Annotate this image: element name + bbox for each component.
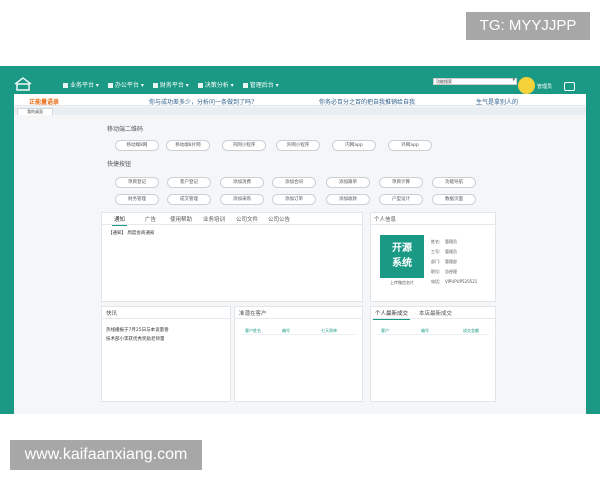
customers-header: 准潜在客户 xyxy=(235,307,362,319)
settings-icon xyxy=(242,83,248,88)
quick-button[interactable]: 添加采购 xyxy=(220,194,264,205)
tab-notice[interactable]: 通知 xyxy=(111,215,128,226)
page: TG: MYYJJPP 业务平台 ▾ 办公平台 ▾ 财务平台 ▾ 决策分析 ▾ … xyxy=(0,0,600,480)
news-panel: 快讯 热线播报于7月25日与本谈量香 技术部小李获优秀奖励老师量 xyxy=(101,306,231,402)
qr-button[interactable]: 移动端8片网 xyxy=(166,140,210,151)
main-content: 正能量语录 你与成功差多少，分析问一条做到了吗? 你务必百分之百的把自我推销给自… xyxy=(14,94,586,414)
user-name[interactable]: 管理员 xyxy=(537,83,552,90)
tab-my-deals[interactable]: 个人最新成交 xyxy=(372,309,411,320)
tab-store-deals[interactable]: 本店最新成交 xyxy=(419,309,452,317)
qr-section-title: 移动端二维码 xyxy=(107,126,144,133)
tab-help[interactable]: 使用帮助 xyxy=(170,215,192,223)
profile-header: 个人信息 xyxy=(371,213,495,225)
tab-my-desktop[interactable]: 我的桌面 xyxy=(17,108,53,115)
menu-business[interactable]: 业务平台 ▾ xyxy=(63,80,99,89)
announcement-item[interactable]: 【通知】 周度会商通知 xyxy=(108,230,154,236)
deals-panel: 个人最新成交 本店最新成交 客户 编号 成交金额 xyxy=(370,306,496,402)
menu-office[interactable]: 办公平台 ▾ xyxy=(107,80,144,89)
quick-button[interactable]: 添加消费 xyxy=(220,177,264,188)
tab-training[interactable]: 业务培训 xyxy=(203,215,225,223)
watermark-bottom: www.kaifaanxiang.com xyxy=(10,440,202,470)
announcement-panel: 通知 广告 使用帮助 业务培训 公司文件 公司公告 【通知】 周度会商通知 xyxy=(101,212,363,302)
profile-row: 姓名: 管理员 xyxy=(431,239,457,244)
qr-button[interactable]: 外网小程序 xyxy=(276,140,320,151)
news-header: 快讯 xyxy=(102,307,230,319)
notice-item: 你务必百分之百的把自我推销给自我 xyxy=(319,99,416,106)
divider xyxy=(377,334,489,335)
tab-bulletin[interactable]: 公司公告 xyxy=(268,215,290,223)
announcement-tabs: 通知 广告 使用帮助 业务培训 公司文件 公司公告 xyxy=(102,213,362,226)
news-item[interactable]: 技术部小李获优秀奖励老师量 xyxy=(106,336,165,342)
money-icon xyxy=(152,83,158,88)
quick-button[interactable]: 项目登记 xyxy=(115,177,159,188)
quick-button[interactable]: 添加合同 xyxy=(272,177,316,188)
main-menu: 业务平台 ▾ 办公平台 ▾ 财务平台 ▾ 决策分析 ▾ 管理后台 ▾ xyxy=(63,80,279,89)
function-select[interactable]: 功能搜索 xyxy=(433,78,517,85)
quick-button[interactable]: 添加订单 xyxy=(272,194,316,205)
menu-analysis[interactable]: 决策分析 ▾ xyxy=(197,80,234,89)
upload-card-link[interactable]: 上传微信名片 xyxy=(380,280,424,286)
notice-bar: 正能量语录 你与成功差多少，分析问一条做到了吗? 你务必百分之百的把自我推销给自… xyxy=(14,94,586,106)
profile-row: 工号: 管理员 xyxy=(431,249,457,254)
profile-title: 个人信息 xyxy=(374,217,397,223)
quick-button[interactable]: 客户登记 xyxy=(167,177,211,188)
quick-button[interactable]: 成交管理 xyxy=(167,194,211,205)
customers-panel: 准潜在客户 客户姓名 编号 七天周单 xyxy=(234,306,363,402)
quick-button[interactable]: 户型设计 xyxy=(379,194,423,205)
quick-button[interactable]: 项目计算 xyxy=(379,177,423,188)
qr-button[interactable]: 内网小程序 xyxy=(222,140,266,151)
menu-admin[interactable]: 管理后台 ▾ xyxy=(242,80,279,89)
system-logo: 开源 系统 xyxy=(380,235,424,278)
news-item[interactable]: 热线播报于7月25日与本谈量香 xyxy=(106,327,169,333)
menu-finance[interactable]: 财务平台 ▾ xyxy=(152,80,189,89)
quick-button[interactable]: 数据页面 xyxy=(432,194,476,205)
tab-ads[interactable]: 广告 xyxy=(145,215,156,223)
notice-item: 生气是拿别人的 xyxy=(476,99,519,106)
news-title: 快讯 xyxy=(106,311,118,317)
profile-row: 电话: VIPUPUP520521 xyxy=(431,279,478,284)
chart-icon xyxy=(197,83,203,88)
avatar[interactable] xyxy=(518,77,535,94)
mail-icon[interactable] xyxy=(564,82,575,91)
quick-button[interactable]: 财务管理 xyxy=(115,194,159,205)
qr-button[interactable]: 移动端8网 xyxy=(115,140,159,151)
watermark-top: TG: MYYJJPP xyxy=(466,12,590,40)
quick-button[interactable]: 功能导航 xyxy=(432,177,476,188)
tab-files[interactable]: 公司文件 xyxy=(236,215,258,223)
customers-title: 准潜在客户 xyxy=(239,311,267,317)
profile-panel: 个人信息 开源 系统 上传微信名片 姓名: 管理员 工号: 管理员 部门: 管理部 职… xyxy=(370,212,496,302)
deals-tabs: 个人最新成交 本店最新成交 xyxy=(371,307,495,320)
profile-row: 部门: 管理部 xyxy=(431,259,457,264)
home-logo-icon[interactable] xyxy=(13,77,33,91)
quick-button[interactable]: 添加跟单 xyxy=(326,177,370,188)
app-window: 业务平台 ▾ 办公平台 ▾ 财务平台 ▾ 决策分析 ▾ 管理后台 ▾ 功能搜索 … xyxy=(0,66,600,414)
qr-button[interactable]: 内网app xyxy=(332,140,376,151)
notice-label: 正能量语录 xyxy=(29,99,60,106)
qr-button[interactable]: 外网app xyxy=(388,140,432,151)
briefcase-icon xyxy=(107,83,113,88)
notice-item: 你与成功差多少，分析问一条做到了吗? xyxy=(149,99,255,106)
profile-row: 职位: 总经理 xyxy=(431,269,457,274)
top-nav: 业务平台 ▾ 办公平台 ▾ 财务平台 ▾ 决策分析 ▾ 管理后台 ▾ 功能搜索 … xyxy=(0,66,600,94)
grid-icon xyxy=(63,83,68,88)
tab-strip: 我的桌面 xyxy=(14,107,586,115)
divider xyxy=(241,334,356,335)
quick-button[interactable]: 添加收款 xyxy=(326,194,370,205)
quick-section-title: 快捷按钮 xyxy=(107,161,132,168)
